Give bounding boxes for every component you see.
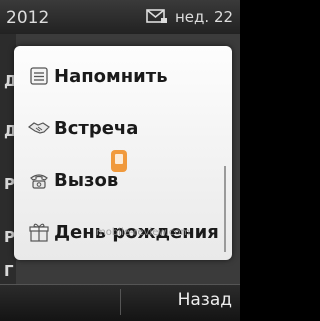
menu-item-label: Напомнить — [54, 65, 168, 87]
handshake-icon — [28, 122, 50, 134]
back-button[interactable]: Назад — [178, 290, 232, 310]
softkey-divider — [120, 289, 121, 315]
menu-item-reminder[interactable]: Напомнить — [14, 56, 224, 96]
status-bar: 2012 нед. 22 — [0, 0, 240, 34]
background-letter: Г — [4, 262, 14, 280]
phone-icon — [30, 174, 48, 189]
gift-icon — [29, 223, 49, 242]
menu-item-label: Встреча — [54, 117, 139, 139]
week-label: нед. 22 — [175, 8, 234, 26]
year-label: 2012 — [6, 8, 50, 28]
message-icon — [146, 9, 167, 23]
watermark-text: mobile-review.com — [96, 227, 191, 238]
watermark-logo — [111, 150, 127, 172]
reminder-icon — [30, 67, 48, 85]
menu-item-meeting[interactable]: Встреча — [14, 108, 224, 148]
menu-scrollbar[interactable] — [224, 166, 226, 252]
